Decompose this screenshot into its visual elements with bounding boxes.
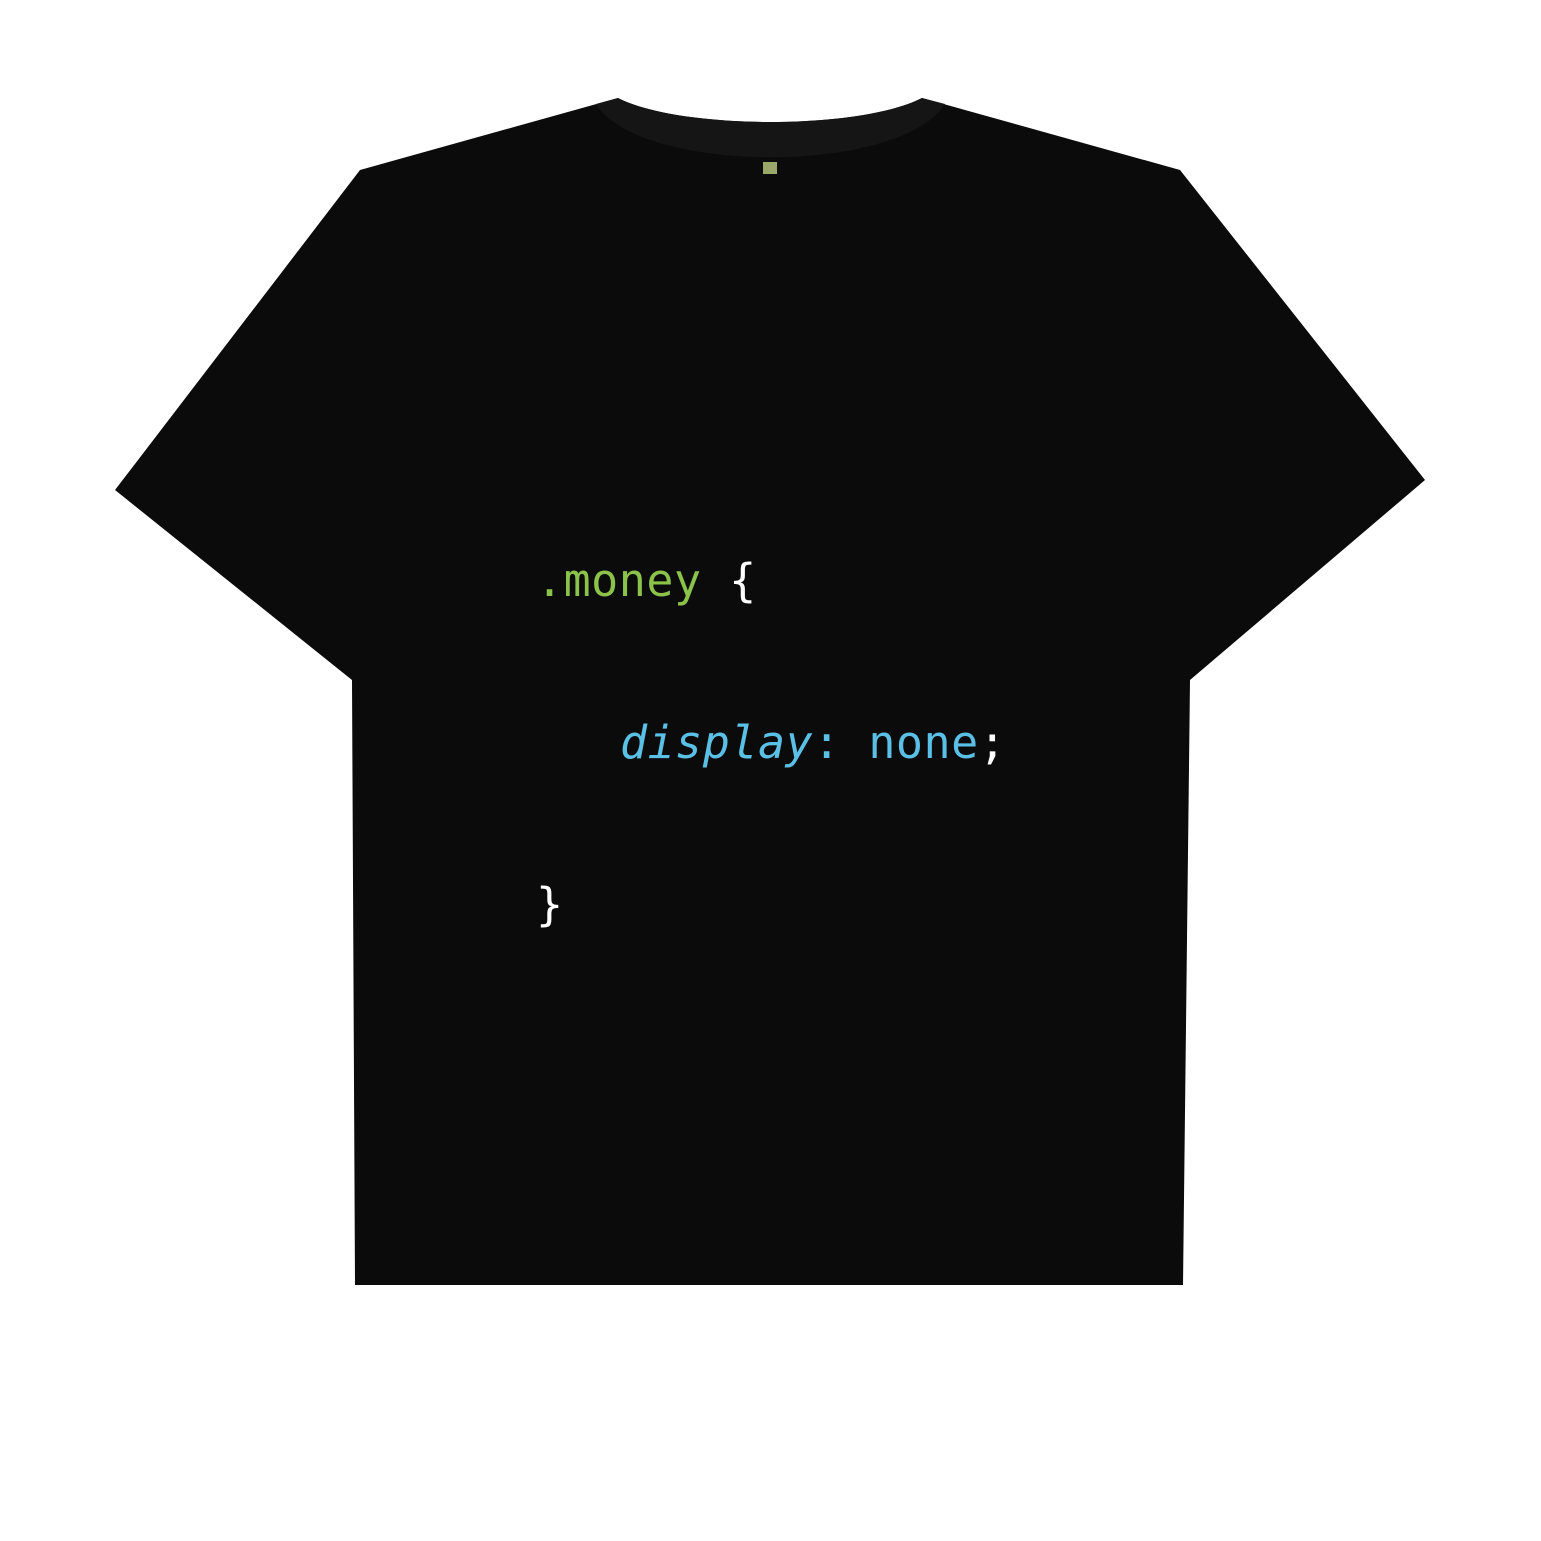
- css-selector: .money: [536, 554, 702, 607]
- code-line-3: }: [536, 878, 1006, 932]
- semicolon: ;: [978, 716, 1007, 769]
- open-brace: {: [729, 554, 757, 607]
- code-line-2: display: none;: [536, 716, 1006, 770]
- code-line-1: .money {: [536, 554, 1006, 608]
- code-print: .money { display: none; }: [536, 446, 1006, 1040]
- colon: :: [813, 716, 841, 769]
- neck-label: [763, 162, 777, 174]
- product-image: .money { display: none; }: [0, 0, 1541, 1541]
- css-property: display: [620, 716, 814, 769]
- css-value: none: [868, 716, 979, 769]
- close-brace: }: [536, 878, 564, 931]
